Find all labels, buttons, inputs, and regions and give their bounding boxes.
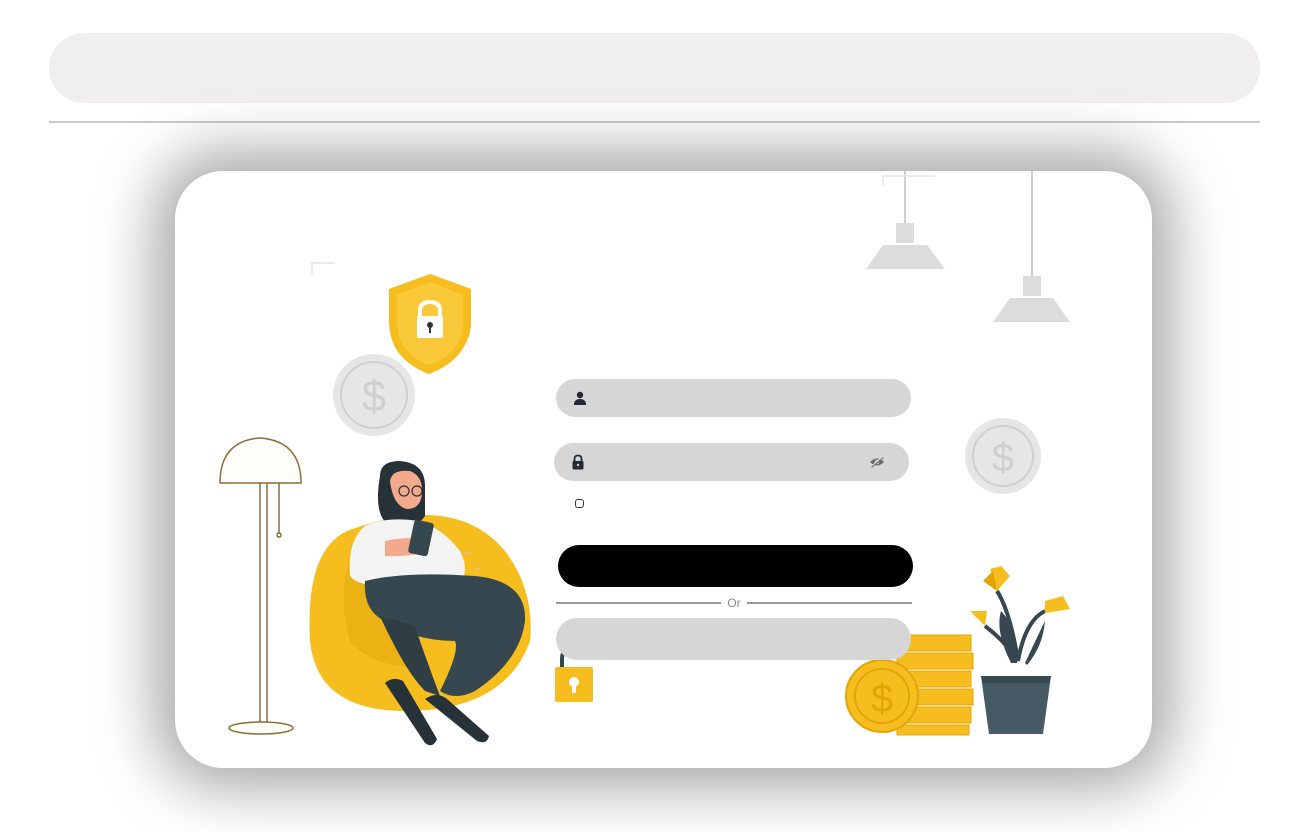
coin-icon-right: $ [965,418,1041,494]
username-field[interactable] [556,379,911,417]
svg-text:$: $ [871,677,893,721]
or-label: Or [727,596,741,610]
coin-icon-left: $ [333,354,415,436]
login-button[interactable] [558,545,913,587]
password-field[interactable] [554,443,909,481]
svg-text:$: $ [362,372,386,421]
eye-off-icon[interactable] [869,455,887,469]
lock-icon [570,454,586,470]
or-divider-line-left [556,602,722,604]
or-divider: Or [556,595,912,611]
alternate-login-button[interactable] [556,618,911,660]
remember-me-checkbox[interactable] [575,499,584,508]
potted-plant-icon [970,566,1070,734]
top-navigation-bar [49,33,1260,103]
hanging-lamp-right [993,171,1070,322]
password-input[interactable] [586,443,869,481]
user-icon [572,390,588,406]
username-input[interactable] [588,379,911,417]
header-divider [49,121,1260,123]
floor-lamp-icon [219,437,302,735]
or-divider-line-right [746,602,912,604]
svg-text:$: $ [992,436,1014,480]
login-card: $ $ $ Or [175,171,1152,768]
hanging-lamp-left [866,171,945,269]
shield-lock-icon [389,274,471,374]
